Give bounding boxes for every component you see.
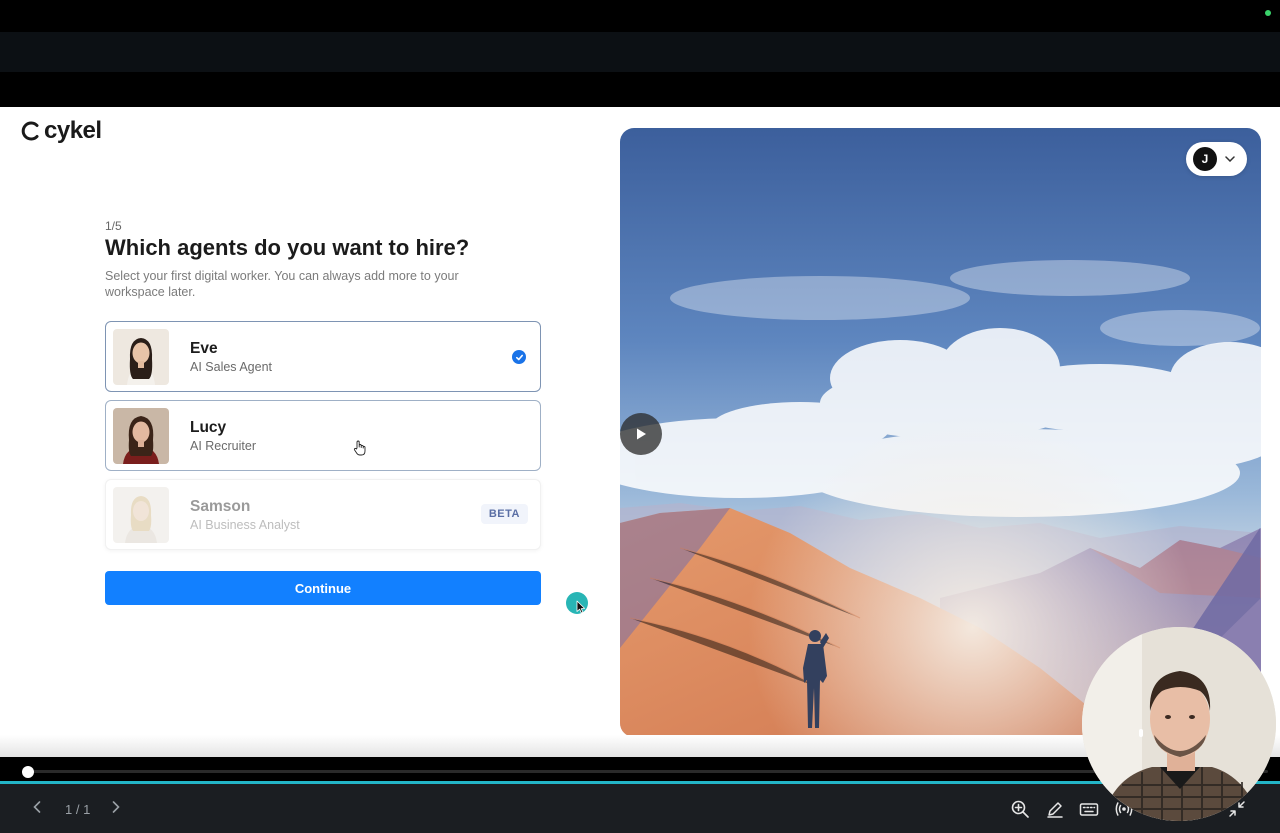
page-subtitle: Select your first digital worker. You ca… [105, 269, 459, 299]
cykel-logo: cykel [20, 117, 102, 145]
page-counter: 1 / 1 [65, 802, 91, 817]
agent-role: AI Sales Agent [190, 359, 273, 374]
keyboard-icon[interactable] [1079, 799, 1099, 819]
beta-badge: BETA [480, 504, 528, 524]
play-button[interactable] [620, 413, 662, 455]
agent-name: Lucy [190, 418, 227, 436]
logo-text: cykel [44, 117, 102, 144]
previous-page-button[interactable] [33, 800, 41, 818]
user-menu[interactable]: J [1186, 142, 1247, 176]
agent-name: Samson [190, 497, 251, 515]
progress-track[interactable] [28, 770, 1268, 773]
check-icon[interactable] [512, 350, 526, 364]
cursor-arrow-icon [576, 600, 585, 614]
presenter-video [1082, 627, 1276, 821]
user-avatar: J [1193, 147, 1217, 171]
agent-role: AI Business Analyst [190, 517, 300, 532]
agent-card-samson[interactable]: Samson AI Business Analyst BETA [105, 479, 541, 550]
agent-role: AI Recruiter [190, 438, 256, 453]
zoom-in-icon[interactable] [1010, 799, 1030, 819]
pen-icon[interactable] [1045, 799, 1065, 819]
chevron-left-icon [33, 801, 41, 813]
recording-status-dot [1265, 10, 1271, 16]
page-title: Which agents do you want to hire? [105, 235, 470, 260]
app-screen: cykel 1/5 Which agents do you want to hi… [0, 107, 1280, 757]
webcam-overlay [1082, 627, 1276, 821]
progress-knob[interactable] [22, 766, 34, 778]
player-controls: 1 / 1 [0, 784, 1280, 833]
logo-mark-icon [21, 121, 39, 141]
chevron-down-icon [1225, 156, 1235, 162]
continue-button[interactable]: Continue [105, 571, 541, 605]
play-icon [637, 428, 646, 440]
agent-name: Eve [190, 339, 218, 357]
step-indicator: 1/5 [105, 219, 122, 233]
next-page-button[interactable] [112, 800, 120, 818]
avatar-samson [113, 486, 169, 543]
top-letterbox-lower [0, 72, 1280, 107]
agent-card-eve[interactable]: Eve AI Sales Agent [105, 321, 541, 392]
avatar-eve [113, 328, 169, 385]
chevron-right-icon [112, 801, 120, 813]
top-letterbox [0, 0, 1280, 32]
top-band [0, 32, 1280, 72]
avatar-lucy [113, 407, 169, 464]
agent-card-lucy[interactable]: Lucy AI Recruiter [105, 400, 541, 471]
hand-cursor-icon [353, 440, 366, 456]
